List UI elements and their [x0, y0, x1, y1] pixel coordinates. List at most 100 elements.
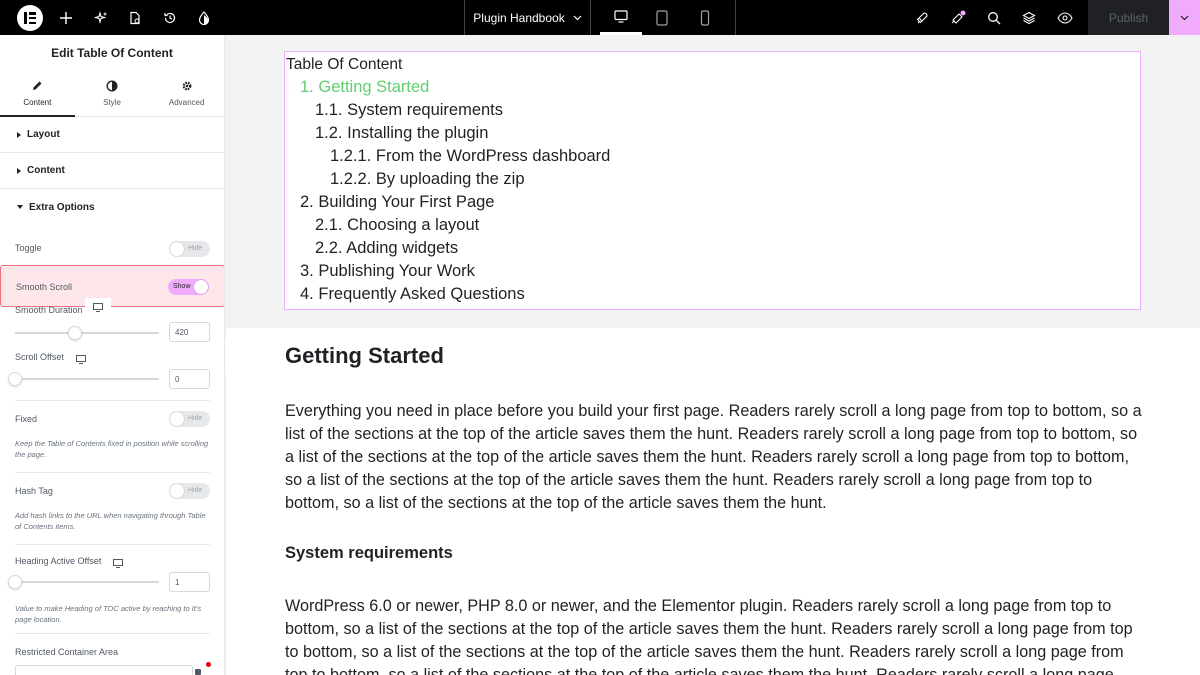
toc-item[interactable]: 3. Publishing Your Work: [300, 262, 475, 281]
divider: [15, 400, 210, 401]
slider-handle[interactable]: [8, 575, 22, 589]
toc-item[interactable]: 2.2. Adding widgets: [315, 239, 458, 258]
document-select[interactable]: Plugin Handbook: [465, 0, 590, 35]
toc-item-text: Installing the plugin: [347, 124, 489, 142]
smooth-duration-slider[interactable]: [15, 326, 159, 340]
panel-tabs: Content Style Advanced: [0, 70, 224, 117]
restricted-area-input[interactable]: [15, 665, 193, 675]
section-content[interactable]: Content: [0, 153, 224, 189]
chevron-down-icon: [1180, 15, 1189, 20]
switch-state: Hide: [188, 245, 203, 252]
editor-panel: Edit Table Of Content Content Style Adva…: [0, 35, 225, 675]
slider-handle[interactable]: [8, 372, 22, 386]
toc-item[interactable]: 1.2.2. By uploading the zip: [330, 170, 525, 189]
control-heading-active-offset: Heading Active Offset 1 Value to make He…: [0, 553, 224, 633]
divider: [590, 0, 591, 35]
toc-item-text: Building Your First Page: [318, 193, 495, 211]
gear-icon: [182, 81, 192, 90]
toc-item[interactable]: 1.2.1. From the WordPress dashboard: [330, 147, 610, 166]
page-settings-icon[interactable]: [123, 0, 147, 35]
ai-sparkle-icon[interactable]: [89, 0, 113, 35]
divider: [15, 633, 210, 634]
control-hint: Add hash links to the URL when navigatin…: [15, 511, 206, 531]
control-label: Smooth Scroll: [16, 282, 73, 292]
toc-item[interactable]: 1.1. System requirements: [315, 101, 503, 120]
heading-active-offset-slider[interactable]: [8, 575, 159, 589]
slider-handle[interactable]: [68, 326, 82, 340]
structure-layers-icon[interactable]: [1017, 0, 1041, 35]
toc-section: Table Of Content 1. Getting Started 1.1.…: [226, 35, 1200, 328]
control-scroll-offset: Scroll Offset 0: [0, 349, 224, 393]
table-of-contents-widget[interactable]: Table Of Content 1. Getting Started 1.1.…: [284, 51, 1141, 310]
site-style-icon[interactable]: [192, 0, 216, 35]
dynamic-tag-indicator-icon: [206, 662, 211, 667]
toc-item-number: 2.: [300, 193, 314, 211]
notifications-icon[interactable]: [946, 0, 970, 35]
smooth-scroll-switch[interactable]: Show: [168, 279, 209, 295]
control-hash-tag: Hash Tag Hide Add hash links to the URL …: [0, 481, 224, 536]
responsive-desktop-icon[interactable]: [76, 351, 86, 369]
elementor-logo-icon[interactable]: [17, 5, 43, 31]
tab-label: Style: [103, 97, 121, 107]
toc-item[interactable]: 1. Getting Started: [300, 78, 429, 97]
toc-item-number: 1.: [300, 78, 314, 96]
divider: [735, 0, 736, 35]
preview-eye-icon[interactable]: [1053, 0, 1077, 35]
tablet-device-icon[interactable]: [641, 0, 683, 35]
control-label: Fixed: [15, 414, 38, 424]
tab-style[interactable]: Style: [75, 70, 150, 116]
toc-item-text: Frequently Asked Questions: [318, 285, 525, 303]
history-icon[interactable]: [158, 0, 182, 35]
preview-canvas: Table Of Content 1. Getting Started 1.1.…: [226, 35, 1200, 675]
toc-item[interactable]: 2.1. Choosing a layout: [315, 216, 479, 235]
hash-tag-switch[interactable]: Hide: [169, 483, 210, 499]
control-smooth-scroll: Smooth Scroll Show: [0, 265, 224, 307]
control-restricted-area: Restricted Container Area: [0, 645, 224, 675]
publish-button[interactable]: Publish: [1088, 0, 1169, 35]
toc-item-text: Adding widgets: [346, 239, 459, 257]
scroll-offset-slider[interactable]: [8, 372, 159, 386]
toc-title: Table Of Content: [286, 56, 403, 73]
scroll-offset-input[interactable]: 0: [169, 369, 210, 389]
fixed-switch[interactable]: Hide: [169, 411, 210, 427]
tab-advanced[interactable]: Advanced: [149, 70, 224, 116]
article-paragraph: Everything you need in place before you …: [285, 402, 1142, 512]
toc-item-text: System requirements: [347, 101, 504, 119]
mobile-device-icon[interactable]: [684, 0, 726, 35]
control-label: Heading Active Offset: [15, 556, 102, 566]
switch-state: Hide: [188, 415, 203, 422]
rocket-icon[interactable]: [910, 0, 934, 35]
toc-item[interactable]: 1.2. Installing the plugin: [315, 124, 488, 143]
tab-content[interactable]: Content: [0, 70, 75, 117]
control-label: Hash Tag: [15, 486, 53, 496]
section-extra-options[interactable]: Extra Options: [0, 189, 224, 225]
article-subheading: System requirements: [285, 544, 453, 562]
smooth-duration-input[interactable]: 420: [169, 322, 210, 342]
toc-item-text: Getting Started: [318, 78, 430, 96]
half-circle-icon: [106, 79, 118, 92]
toc-item-number: 2.2.: [315, 239, 343, 257]
switch-knob: [194, 280, 208, 294]
search-icon[interactable]: [982, 0, 1006, 35]
control-fixed: Fixed Hide Keep the Table of Contents fi…: [0, 409, 224, 464]
toc-item[interactable]: 2. Building Your First Page: [300, 193, 494, 212]
toc-item-text: By uploading the zip: [375, 170, 525, 188]
caret-right-icon: [17, 167, 21, 174]
section-layout[interactable]: Layout: [0, 117, 224, 153]
dynamic-tags-icon[interactable]: [195, 669, 201, 675]
article-heading: Getting Started: [285, 343, 444, 368]
pencil-icon: [33, 81, 42, 90]
publish-options-button[interactable]: [1169, 0, 1200, 35]
desktop-device-icon[interactable]: [600, 0, 642, 35]
control-label: Scroll Offset: [15, 352, 64, 362]
add-element-icon[interactable]: [54, 0, 78, 35]
toggle-switch[interactable]: Hide: [169, 241, 210, 257]
responsive-desktop-icon[interactable]: [85, 298, 111, 316]
heading-active-offset-input[interactable]: 1: [169, 572, 210, 592]
control-smooth-duration: Smooth Duration 420: [0, 298, 224, 345]
top-bar: Plugin Handbook Publish: [0, 0, 1200, 35]
toc-item-text: Publishing Your Work: [318, 262, 475, 280]
responsive-desktop-icon[interactable]: [113, 555, 123, 573]
control-hint: Value to make Heading of TOC active by r…: [15, 604, 202, 624]
toc-item[interactable]: 4. Frequently Asked Questions: [300, 285, 525, 304]
